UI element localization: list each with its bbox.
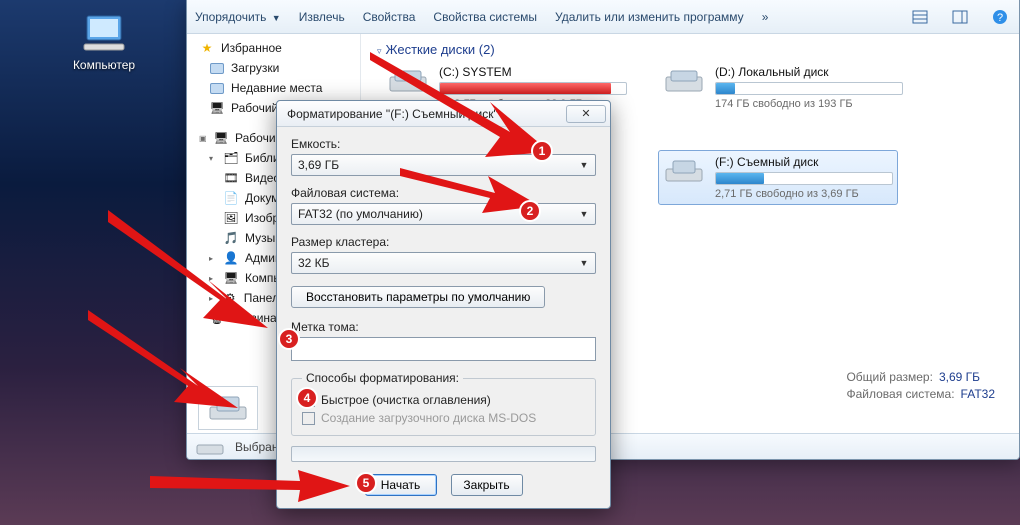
desktop-icon: 🖥: [209, 100, 225, 116]
desktop-computer-icon[interactable]: Компьютер: [64, 14, 144, 72]
nav-downloads[interactable]: Загрузки: [187, 58, 360, 78]
control-panel-icon: ⚙: [223, 290, 238, 306]
drive-f[interactable]: (F:) Съемный диск 2,71 ГБ свободно из 3,…: [658, 150, 898, 205]
quick-format-checkbox-row[interactable]: Быстрое (очистка оглавления): [302, 391, 585, 409]
dialog-titlebar[interactable]: Форматирование "(F:) Съемный диск" ✕: [277, 101, 610, 127]
nav-recent[interactable]: Недавние места: [187, 78, 360, 98]
chevron-down-icon: ▼: [577, 158, 591, 172]
folder-icon: [209, 80, 225, 96]
volume-label-label: Метка тома:: [291, 320, 596, 334]
filesystem-value: FAT32 (по умолчанию): [298, 207, 423, 221]
nav-favorites[interactable]: ★Избранное: [187, 38, 360, 58]
cluster-size-label: Размер кластера:: [291, 235, 596, 249]
close-icon: ✕: [581, 107, 590, 120]
drive-d-freespace: 174 ГБ свободно из 193 ГБ: [715, 98, 903, 110]
cluster-size-combo[interactable]: 32 КБ ▼: [291, 252, 596, 274]
removable-icon: [206, 393, 250, 423]
computer-icon: 🖥: [223, 270, 239, 286]
format-dialog: Форматирование "(F:) Съемный диск" ✕ Емк…: [276, 100, 611, 509]
desktop-computer-label: Компьютер: [64, 58, 144, 72]
removable-icon: [663, 155, 705, 187]
status-drive-icon: [195, 437, 225, 457]
format-methods-group: Способы форматирования: Быстрое (очистка…: [291, 371, 596, 436]
help-icon[interactable]: ?: [989, 7, 1011, 27]
close-button[interactable]: Закрыть: [451, 474, 523, 496]
marker-2: 2: [519, 200, 541, 222]
video-icon: 🎞: [223, 170, 239, 186]
drive-thumbnail[interactable]: [198, 386, 258, 430]
preview-pane-icon[interactable]: [949, 7, 971, 27]
doc-icon: 📄: [223, 190, 239, 206]
filesystem-combo[interactable]: FAT32 (по умолчанию) ▼: [291, 203, 596, 225]
explorer-toolbar: Упорядочить ▼ Извлечь Свойства Свойства …: [187, 0, 1019, 34]
checkbox-icon: [302, 412, 315, 425]
capacity-value: 3,69 ГБ: [298, 158, 339, 172]
recycle-icon: 🗑: [209, 310, 225, 326]
format-progress-bar: [291, 446, 596, 462]
quick-format-label: Быстрое (очистка оглавления): [321, 393, 491, 407]
desktop-icon: 🖥: [213, 130, 229, 146]
drive-f-name: (F:) Съемный диск: [715, 155, 893, 169]
toolbar-organize[interactable]: Упорядочить ▼: [195, 10, 281, 24]
marker-5: 5: [355, 472, 377, 494]
toolbar-uninstall[interactable]: Удалить или изменить программу: [555, 10, 744, 24]
cluster-size-value: 32 КБ: [298, 256, 330, 270]
details-filesystem-value: FAT32: [961, 387, 995, 401]
toolbar-more[interactable]: »: [762, 10, 769, 24]
chevron-down-icon: ▼: [577, 207, 591, 221]
library-icon: 🗂: [223, 150, 239, 166]
marker-3: 3: [278, 328, 300, 350]
dialog-title: Форматирование "(F:) Съемный диск": [287, 107, 566, 121]
restore-defaults-button[interactable]: Восстановить параметры по умолчанию: [291, 286, 545, 308]
star-icon: ★: [199, 40, 215, 56]
hdd-icon: [387, 65, 429, 97]
filesystem-label: Файловая система:: [291, 186, 596, 200]
image-icon: 🖼: [223, 210, 239, 226]
details-total-size-label: Общий размер:: [846, 370, 932, 384]
view-mode-icon[interactable]: [909, 7, 931, 27]
details-pane: Общий размер: 3,69 ГБ Файловая система: FA…: [846, 370, 995, 404]
drive-d-usage-bar: [715, 82, 903, 95]
drive-c-usage-bar: [439, 82, 627, 95]
toolbar-eject[interactable]: Извлечь: [299, 10, 345, 24]
marker-1: 1: [531, 140, 553, 162]
toolbar-properties[interactable]: Свойства: [363, 10, 416, 24]
drive-d[interactable]: (D:) Локальный диск 174 ГБ свободно из 1…: [663, 65, 903, 110]
msdos-boot-label: Создание загрузочного диска MS-DOS: [321, 411, 536, 425]
details-filesystem-label: Файловая система:: [846, 387, 954, 401]
volume-label-input[interactable]: [291, 337, 596, 361]
msdos-boot-checkbox-row: Создание загрузочного диска MS-DOS: [302, 409, 585, 427]
format-methods-legend: Способы форматирования:: [302, 371, 463, 385]
marker-4: 4: [296, 387, 318, 409]
user-icon: 👤: [223, 250, 239, 266]
hdd-icon: [663, 65, 705, 97]
chevron-down-icon: ▼: [577, 256, 591, 270]
details-total-size-value: 3,69 ГБ: [939, 370, 980, 384]
section-removable[interactable]: ▿и (3): [563, 132, 1007, 147]
dialog-close-button[interactable]: ✕: [566, 105, 606, 123]
drive-f-usage-bar: [715, 172, 893, 185]
drive-f-freespace: 2,71 ГБ свободно из 3,69 ГБ: [715, 188, 893, 200]
folder-icon: [209, 60, 225, 76]
music-icon: 🎵: [223, 230, 239, 246]
drive-d-name: (D:) Локальный диск: [715, 65, 903, 79]
svg-text:?: ?: [997, 12, 1003, 24]
toolbar-sys-properties[interactable]: Свойства системы: [433, 10, 537, 24]
drive-c-name: (C:) SYSTEM: [439, 65, 627, 79]
section-hard-disks[interactable]: ▿Жесткие диски (2): [377, 42, 1007, 57]
